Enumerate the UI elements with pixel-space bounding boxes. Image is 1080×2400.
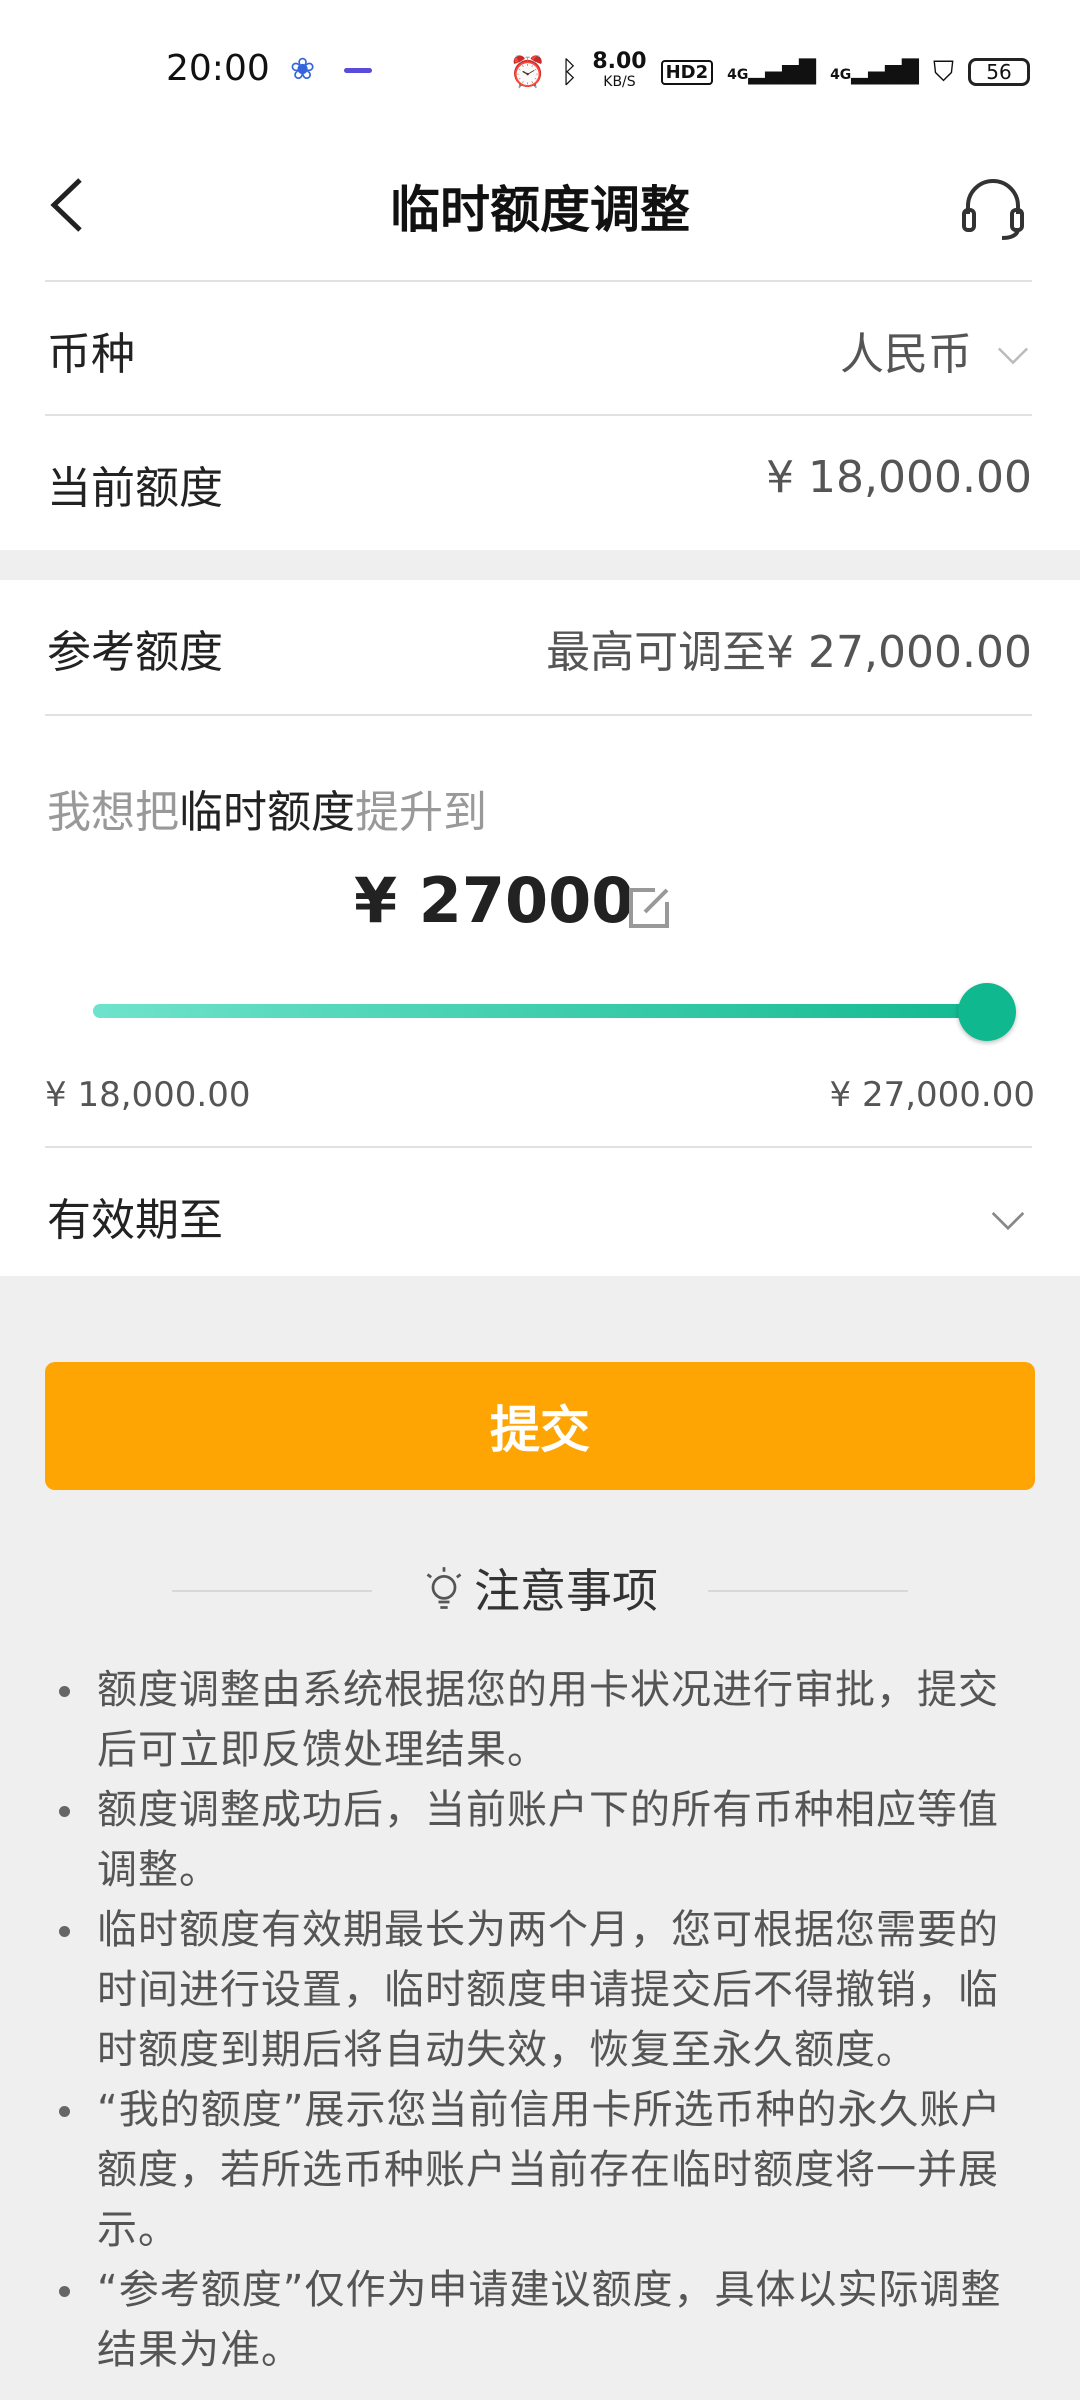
current-limit-value: ¥ 18,000.00 (766, 452, 1032, 503)
reference-limit-row: 参考额度 最高可调至¥ 27,000.00 (45, 580, 1032, 714)
list-item: “参考额度”仅作为申请建议额度，具体以实际调整结果为准。 (59, 2260, 1035, 2380)
limit-info-section: 币种 人民币 当前额度 ¥ 18,000.00 (0, 278, 1080, 550)
current-limit-row: 当前额度 ¥ 18,000.00 (45, 414, 1032, 550)
list-item: 临时额度有效期最长为两个月，您可根据您需要的时间进行设置，临时额度申请提交后不得… (59, 1900, 1035, 2080)
chevron-down-icon (997, 347, 1029, 365)
currency-value: 人民币 (840, 329, 972, 380)
current-limit-label: 当前额度 (47, 463, 223, 514)
expiry-label: 有效期至 (47, 1195, 223, 1246)
lightbulb-icon (426, 1567, 462, 1609)
nav-bar: 临时额度调整 (0, 130, 1080, 278)
hd-icon: HD2 (660, 59, 714, 85)
expiry-row[interactable]: 有效期至 (45, 1146, 1032, 1278)
status-time: 20:00 (166, 48, 270, 89)
alarm-icon: ⏰ (508, 54, 547, 90)
limit-slider-thumb[interactable] (958, 983, 1016, 1041)
adjust-section: 参考额度 最高可调至¥ 27,000.00 我想把临时额度提升到 ¥ 27000… (0, 580, 1080, 1276)
status-bar: 20:00 ❀ ⏰ ᛒ 8.00 KB/S HD2 4G▂▄▆█ 4G▂▄▆█ … (0, 0, 1080, 130)
chevron-down-icon (991, 1211, 1025, 1231)
notes-list: 额度调整由系统根据您的用卡状况进行审批，提交后可立即反馈处理结果。 额度调整成功… (45, 1660, 1035, 2380)
edit-icon[interactable] (625, 884, 673, 932)
signal-icon-2: 4G▂▄▆█ (830, 59, 919, 85)
page-title: 临时额度调整 (390, 181, 690, 239)
slider-min-label: ¥ 18,000.00 (45, 1075, 251, 1115)
limit-slider-track[interactable] (93, 1004, 1013, 1018)
slider-max-label: ¥ 27,000.00 (829, 1075, 1035, 1115)
customer-service-headset-icon[interactable] (958, 172, 1028, 242)
notes-title: 注意事项 (0, 1555, 1080, 1621)
reference-limit-label: 参考额度 (47, 627, 223, 678)
raise-prompt: 我想把临时额度提升到 (47, 787, 487, 838)
shield-icon: ⛉ (932, 55, 954, 88)
submit-button[interactable]: 提交 (45, 1362, 1035, 1490)
baidu-app-icon: ❀ (290, 52, 316, 87)
status-icons: ⏰ ᛒ 8.00 KB/S HD2 4G▂▄▆█ 4G▂▄▆█ ⛉ 56 (508, 49, 1030, 92)
list-item: 额度调整由系统根据您的用卡状况进行审批，提交后可立即反馈处理结果。 (59, 1660, 1035, 1780)
signal-icon: 4G▂▄▆█ (727, 59, 817, 85)
reference-limit-value: 最高可调至¥ 27,000.00 (546, 627, 1032, 678)
currency-row[interactable]: 币种 人民币 (45, 280, 1032, 416)
net-speed: 8.00 KB/S (592, 49, 647, 91)
battery-icon: 56 (968, 58, 1030, 86)
app-notification-icon (344, 68, 372, 73)
raise-amount: ¥ 27000 (354, 864, 635, 937)
list-item: “我的额度”展示您当前信用卡所选币种的永久账户额度，若所选币种账户当前存在临时额… (59, 2080, 1035, 2260)
currency-label: 币种 (47, 329, 135, 380)
bluetooth-icon: ᛒ (560, 54, 579, 90)
list-item: 额度调整成功后，当前账户下的所有币种相应等值调整。 (59, 1780, 1035, 1900)
